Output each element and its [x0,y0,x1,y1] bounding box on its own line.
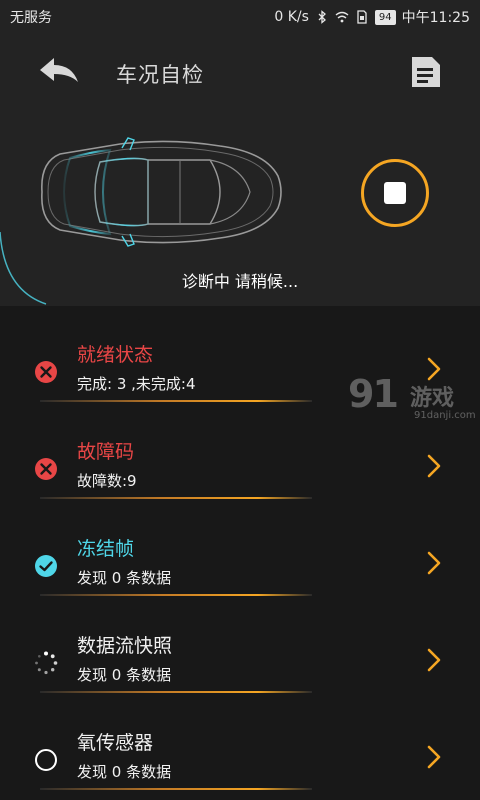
chevron-right-icon[interactable] [426,453,442,479]
error-x-icon [35,458,57,480]
stop-icon [384,182,406,204]
item-detail: 完成: 3 ,未完成:4 [77,375,196,393]
list-item-freeze-frame[interactable]: 冻结帧 发现 0 条数据 [0,500,480,597]
item-title: 数据流快照 [77,635,173,657]
pending-circle-icon [35,749,57,771]
error-x-icon [35,361,57,383]
diagnosis-header: 车况自检 诊断中 请稍候... [0,32,480,306]
page-title: 车况自检 [116,63,204,87]
watermark-text: 游戏 [410,386,455,411]
bluetooth-icon [318,10,326,24]
battery-indicator: 94 [374,9,396,25]
chevron-right-icon[interactable] [426,744,442,770]
watermark-url: 91danji.com [414,410,476,421]
divider [40,497,312,499]
chevron-right-icon[interactable] [426,647,442,673]
check-icon [35,555,57,577]
report-document-icon[interactable] [408,54,444,90]
car-scan-illustration [41,137,282,247]
item-title: 冻结帧 [77,538,135,560]
diagnosis-status: 诊断中 请稍候... [181,272,299,291]
sim-card-icon [357,10,367,24]
watermark-logo: 91 游戏 91danji.com [348,372,476,428]
list-item-oxygen-sensor[interactable]: 氧传感器 发现 0 条数据 [0,694,480,791]
item-detail: 发现 0 条数据 [77,666,172,684]
stop-diagnosis-button[interactable] [361,159,429,227]
item-detail: 故障数:9 [77,472,137,490]
chevron-right-icon[interactable] [426,550,442,576]
clock: 中午11:25 [401,10,470,26]
item-detail: 发现 0 条数据 [77,763,172,781]
back-arrow-icon[interactable] [36,54,82,90]
network-speed: 0 K/s [274,9,309,25]
divider [40,691,312,693]
divider [40,788,312,790]
wifi-icon [335,11,349,23]
divider [40,594,312,596]
item-title: 故障码 [77,441,135,463]
status-indicators: 0 K/s 94 中午11:25 [274,7,470,27]
item-title: 氧传感器 [77,732,154,754]
status-bar: 无服务 0 K/s 94 中午11:25 [0,0,480,32]
carrier-label: 无服务 [10,10,52,26]
item-detail: 发现 0 条数据 [77,569,172,587]
divider [40,400,312,402]
watermark-number: 91 [348,372,399,416]
item-title: 就绪状态 [77,344,154,366]
decorative-arc [0,231,47,305]
loading-spinner-icon [35,651,58,675]
list-item-data-stream-snapshot[interactable]: 数据流快照 发现 0 条数据 [0,597,480,694]
